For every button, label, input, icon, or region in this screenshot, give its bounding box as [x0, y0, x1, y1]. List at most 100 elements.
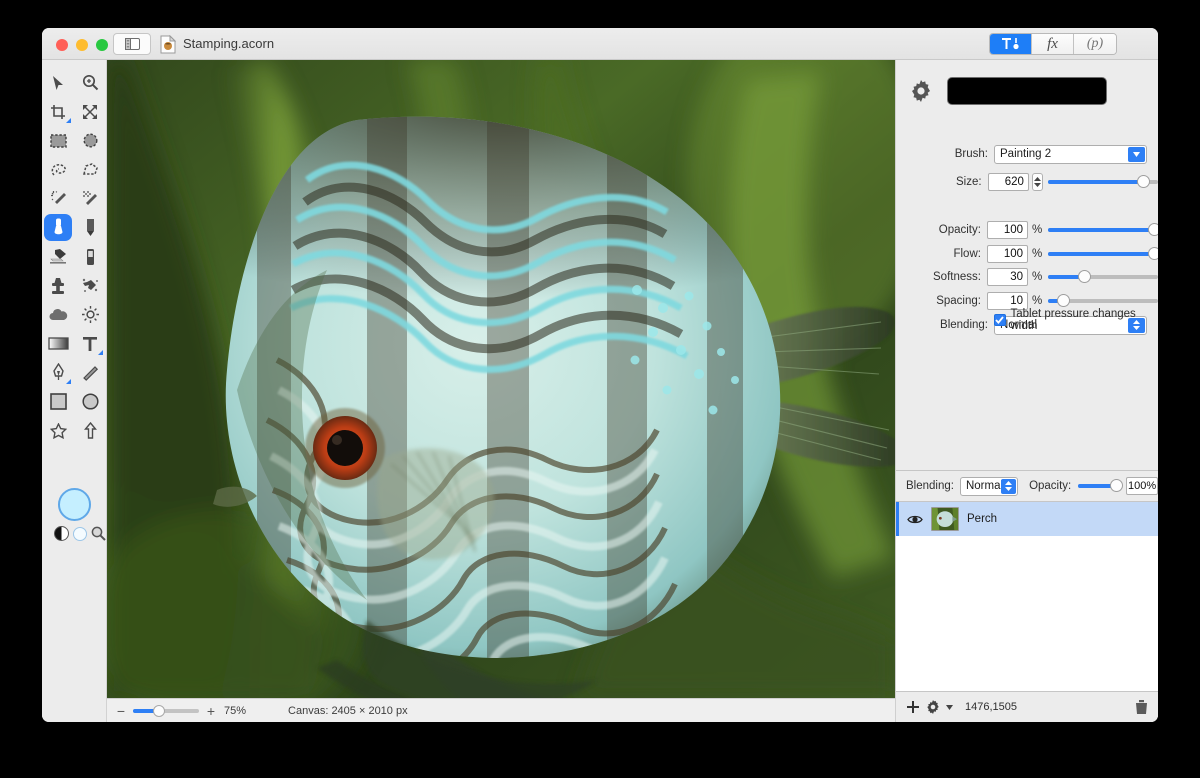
magic-wand-icon[interactable]	[42, 184, 74, 213]
opacity-input[interactable]: 100	[986, 221, 1029, 239]
arrow-shape-icon[interactable]	[74, 416, 106, 445]
flow-slider[interactable]	[1048, 247, 1158, 260]
transform-tool-icon[interactable]	[74, 97, 106, 126]
inspector-segmented-control[interactable]: fx (p)	[989, 33, 1117, 55]
move-tool-icon[interactable]	[42, 68, 74, 97]
sidebar-toggle-button[interactable]	[113, 33, 151, 55]
layer-opacity-label: Opacity:	[1029, 480, 1072, 492]
fish-eye	[305, 408, 385, 488]
canvas-status-bar: − + 75% Canvas: 2405 × 2010 px	[107, 698, 895, 722]
brush-label: Brush:	[954, 148, 988, 160]
star-shape-icon[interactable]	[42, 416, 74, 445]
spacing-slider-knob[interactable]	[1056, 294, 1070, 307]
opacity-slider-knob[interactable]	[1148, 223, 1158, 236]
line-tool-icon[interactable]	[74, 358, 106, 387]
layers-list[interactable]: Perch	[896, 501, 1158, 691]
dodge-burn-icon[interactable]	[74, 300, 106, 329]
image-canvas[interactable]	[107, 60, 895, 698]
opacity-slider[interactable]	[1048, 223, 1158, 236]
softness-slider[interactable]	[1048, 270, 1158, 283]
tool-row	[42, 213, 106, 242]
brush-size-preview[interactable]	[58, 488, 91, 521]
zoom-in-icon[interactable]: +	[205, 703, 217, 719]
tablet-pressure-row[interactable]: Tablet pressure changes width	[994, 308, 1158, 332]
gradient-tool-icon[interactable]	[42, 329, 74, 358]
spacing-slider[interactable]	[1048, 294, 1158, 307]
ellipse-select-icon[interactable]	[74, 126, 106, 155]
pencil-icon[interactable]	[74, 213, 106, 242]
tablet-pressure-label: Tablet pressure changes width	[1010, 308, 1136, 332]
tool-row	[42, 387, 106, 416]
window-titlebar: Stamping.acorn fx (p)	[42, 28, 1158, 60]
flow-input[interactable]: 100	[986, 245, 1029, 263]
zoom-level-label: 75%	[224, 704, 247, 717]
brush-preset-value: Painting 2	[1000, 148, 1052, 160]
loupe-icon[interactable]	[91, 526, 106, 541]
close-button[interactable]	[56, 39, 68, 51]
paint-brush-icon[interactable]	[42, 213, 74, 242]
tool-row	[42, 97, 106, 126]
gear-icon[interactable]	[910, 80, 932, 102]
size-stepper[interactable]	[1031, 173, 1044, 191]
size-slider-knob[interactable]	[1137, 175, 1151, 188]
rectangle-select-icon[interactable]	[42, 126, 74, 155]
marker-icon[interactable]	[74, 242, 106, 271]
ellipse-shape-icon[interactable]	[74, 387, 106, 416]
canvas-size-label: Canvas: 2405 × 2010 px	[288, 704, 408, 717]
foreground-color-swatch[interactable]	[73, 526, 87, 541]
add-layer-icon[interactable]	[906, 700, 920, 714]
bezier-pen-icon[interactable]	[42, 358, 74, 387]
instant-alpha-icon[interactable]	[74, 184, 106, 213]
table-row[interactable]: Perch	[896, 502, 1158, 536]
layer-opacity-slider[interactable]	[1078, 479, 1124, 492]
eraser-icon[interactable]	[42, 242, 74, 271]
tool-row	[42, 358, 106, 387]
tab-palette[interactable]: (p)	[1074, 34, 1116, 54]
tool-options-badge	[98, 350, 103, 355]
tab-tools[interactable]	[990, 34, 1032, 54]
layers-panel-header: Blending: Normal Opacity: 100%	[896, 470, 1158, 501]
swap-colors-icon[interactable]	[54, 526, 69, 541]
brush-color-well[interactable]	[947, 77, 1107, 105]
size-slider[interactable]	[1048, 175, 1158, 188]
zoom-slider[interactable]	[133, 704, 199, 717]
zoom-out-icon[interactable]: −	[115, 703, 127, 719]
size-label: Size:	[956, 176, 982, 188]
smudge-icon[interactable]	[74, 271, 106, 300]
size-input[interactable]: 620	[987, 173, 1029, 191]
polygon-lasso-icon[interactable]	[74, 155, 106, 184]
eye-visibility-icon[interactable]	[907, 514, 923, 525]
blur-icon[interactable]	[42, 300, 74, 329]
softness-slider-knob[interactable]	[1077, 270, 1091, 283]
tablet-pressure-checkbox[interactable]	[994, 314, 1006, 326]
brush-softness-row: Softness: 30 %	[896, 267, 1158, 287]
minimize-button[interactable]	[76, 39, 88, 51]
layer-opacity-slider-knob[interactable]	[1110, 479, 1124, 492]
flow-slider-knob[interactable]	[1148, 247, 1158, 260]
layer-thumbnail	[931, 507, 959, 531]
zoom-slider-knob[interactable]	[152, 704, 165, 717]
softness-input[interactable]: 30	[986, 268, 1029, 286]
tool-options-badge	[66, 118, 71, 123]
crop-tool-icon[interactable]	[42, 97, 74, 126]
zoom-tool-icon[interactable]	[74, 68, 106, 97]
rectangle-shape-icon[interactable]	[42, 387, 74, 416]
softness-unit: %	[1032, 271, 1043, 283]
tool-row	[42, 329, 106, 358]
brush-opacity-row: Opacity: 100 %	[896, 220, 1158, 240]
layer-opacity-input[interactable]: 100%	[1126, 477, 1158, 495]
clone-stamp-icon[interactable]	[42, 271, 74, 300]
brush-preset-select[interactable]: Painting 2	[994, 144, 1147, 164]
layer-actions-gear-icon[interactable]	[926, 700, 940, 714]
tab-effects[interactable]: fx	[1032, 34, 1074, 54]
lasso-select-icon[interactable]	[42, 155, 74, 184]
brush-header-row	[910, 77, 1107, 105]
opacity-label: Opacity:	[938, 224, 981, 236]
tool-row	[42, 416, 106, 445]
chevron-down-icon[interactable]	[946, 704, 953, 710]
traffic-light-buttons	[56, 39, 108, 51]
text-tool-icon[interactable]	[74, 329, 106, 358]
delete-layer-trash-icon[interactable]	[1135, 699, 1148, 715]
layer-blending-select[interactable]: Normal	[959, 476, 1019, 496]
zoom-button[interactable]	[96, 39, 108, 51]
